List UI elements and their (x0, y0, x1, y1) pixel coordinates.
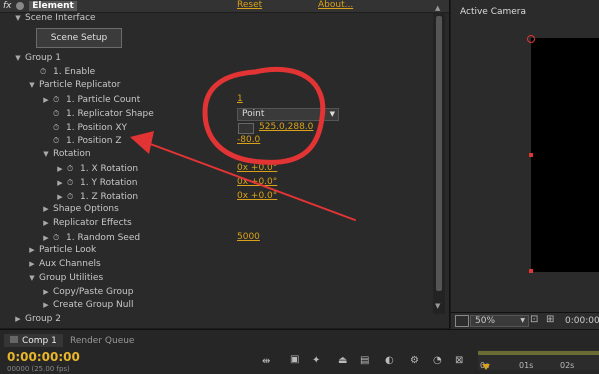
preview-icon[interactable]: ⊠ (455, 355, 463, 366)
layer-anchor-icon[interactable] (527, 35, 535, 43)
layer-handle[interactable] (529, 269, 533, 273)
snapshot-icon[interactable] (455, 315, 469, 327)
comp-icon (10, 336, 18, 343)
zoom-value: 50% (475, 316, 496, 326)
grid-icon[interactable]: ⊞ (546, 314, 554, 325)
lock-in-icon[interactable]: ⇹ (262, 356, 270, 367)
annotation-arrow-head (130, 131, 154, 154)
zoom-dropdown[interactable]: 50% ▼ (470, 315, 529, 327)
ruler-tick-02s: 02s (560, 361, 575, 370)
annotation-arrow-line (144, 141, 356, 221)
work-area-bar[interactable] (478, 351, 599, 355)
playhead-icon[interactable] (482, 364, 490, 370)
comp-canvas[interactable] (531, 38, 599, 272)
comp-mini-flowchart-icon[interactable]: ▣ (290, 354, 299, 365)
chevron-down-icon: ▼ (520, 317, 525, 324)
viewer-timecode: 0:00:00: (565, 316, 599, 326)
brainstorm-icon[interactable]: ⚙ (410, 355, 419, 366)
timeline-timecode[interactable]: 0:00:00:00 (7, 350, 80, 364)
region-of-interest-icon[interactable]: ⊡ (530, 314, 538, 325)
ruler-tick-01s: 01s (519, 361, 534, 370)
draft-3d-icon[interactable]: ✦ (312, 355, 320, 366)
annotation-circle (202, 66, 326, 165)
tab-comp-label: Comp 1 (22, 336, 57, 346)
graph-editor-icon[interactable]: ◔ (433, 355, 442, 366)
viewer-title: Active Camera (460, 7, 527, 17)
hide-shy-layers-icon[interactable]: ⏏ (338, 355, 347, 366)
frame-blending-icon[interactable]: ▤ (360, 355, 369, 366)
layer-handle[interactable] (529, 153, 533, 157)
motion-blur-icon[interactable]: ◐ (385, 355, 394, 366)
frame-info: 00000 (25.00 fps) (7, 365, 70, 373)
